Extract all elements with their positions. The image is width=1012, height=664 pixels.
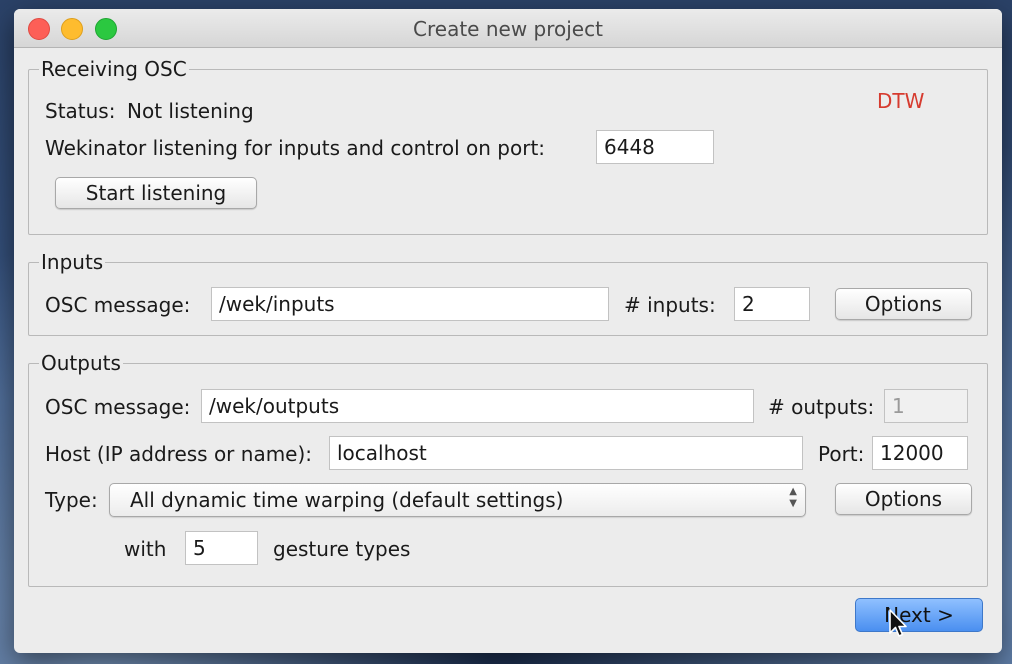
type-label: Type: — [45, 488, 98, 512]
listen-port-field[interactable]: 6448 — [596, 130, 714, 164]
start-listening-button[interactable]: Start listening — [55, 177, 257, 209]
next-button[interactable]: Next > — [855, 598, 983, 632]
status-label: Status: — [45, 99, 116, 123]
with-label: with — [124, 537, 167, 561]
output-port-field[interactable]: 12000 — [872, 436, 968, 470]
gesture-count-field[interactable]: 5 — [185, 531, 258, 565]
outputs-count-label: # outputs: — [768, 395, 875, 419]
host-field[interactable]: localhost — [329, 436, 803, 470]
output-port-label: Port: — [818, 442, 865, 466]
dtw-annotation: DTW — [877, 89, 925, 113]
create-project-window: Create new project Receiving OSC Status:… — [14, 9, 1002, 653]
receiving-osc-legend: Receiving OSC — [39, 56, 189, 82]
host-label: Host (IP address or name): — [45, 442, 313, 466]
outputs-panel: Outputs OSC message: /wek/outputs # outp… — [28, 350, 988, 587]
status-value: Not listening — [127, 99, 254, 123]
gesture-types-label: gesture types — [273, 537, 411, 561]
inputs-options-button[interactable]: Options — [835, 288, 972, 320]
type-select-value: All dynamic time warping (default settin… — [130, 488, 564, 512]
mouse-pointer-icon — [889, 609, 907, 637]
inputs-legend: Inputs — [39, 249, 106, 275]
inputs-count-field[interactable]: 2 — [734, 287, 810, 321]
listen-port-label: Wekinator listening for inputs and contr… — [45, 136, 546, 160]
inputs-count-label: # inputs: — [624, 293, 716, 317]
window-title: Create new project — [413, 17, 603, 41]
inputs-panel: Inputs OSC message: /wek/inputs # inputs… — [28, 249, 988, 336]
outputs-options-button[interactable]: Options — [835, 483, 972, 515]
inputs-osc-field[interactable]: /wek/inputs — [211, 287, 609, 321]
outputs-osc-label: OSC message: — [45, 395, 191, 419]
up-down-arrows-icon: ▲ ▼ — [789, 486, 797, 509]
receiving-osc-panel: Receiving OSC Status: Not listening DTW … — [28, 56, 988, 235]
title-bar: Create new project — [14, 9, 1002, 48]
outputs-legend: Outputs — [39, 350, 123, 376]
outputs-osc-field[interactable]: /wek/outputs — [201, 389, 754, 423]
outputs-count-field: 1 — [884, 389, 968, 423]
inputs-osc-label: OSC message: — [45, 293, 191, 317]
type-select[interactable]: All dynamic time warping (default settin… — [109, 483, 806, 517]
